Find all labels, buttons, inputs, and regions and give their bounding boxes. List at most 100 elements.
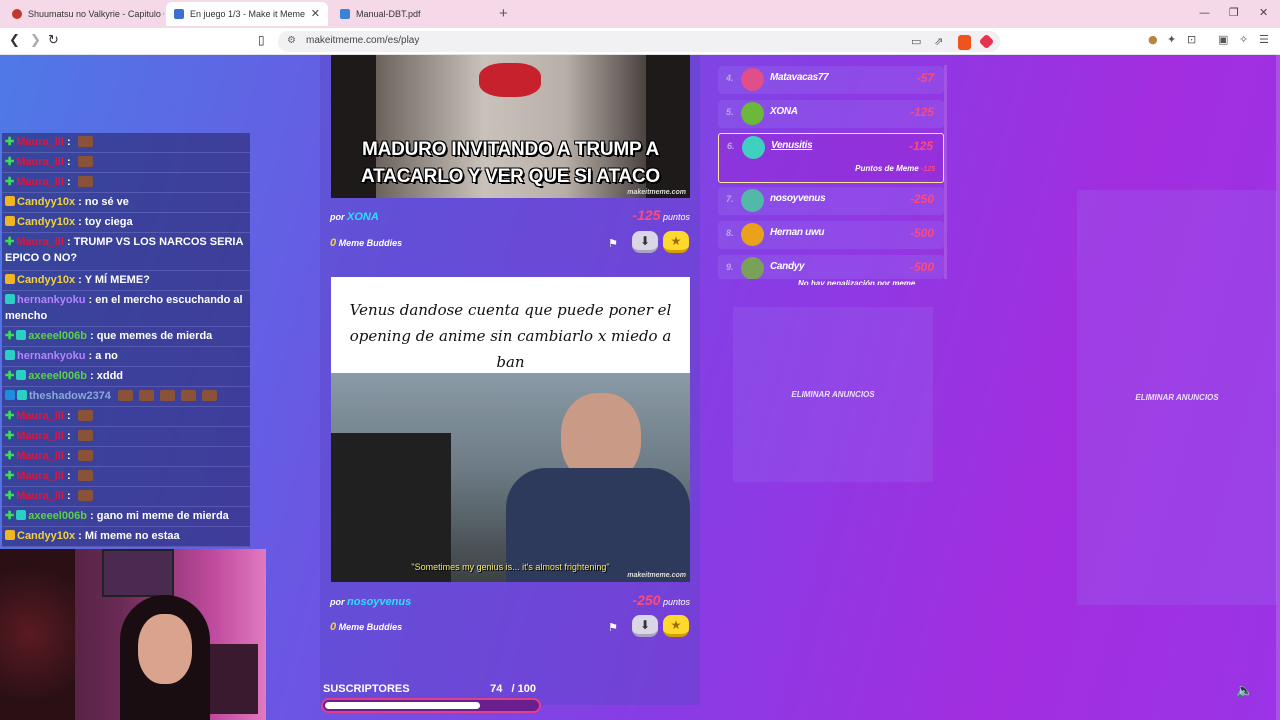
url-text: makeitmeme.com/es/play bbox=[306, 35, 420, 46]
chat-username[interactable]: Maura_lll bbox=[16, 490, 64, 502]
ranking-scrollbar[interactable] bbox=[944, 65, 947, 279]
chat-message-text: Y MÍ MEME? bbox=[84, 274, 150, 286]
remove-ads-link[interactable]: ELIMINAR ANUNCIOS bbox=[1135, 393, 1218, 402]
chat-message: ✚ Maura_lll : bbox=[2, 447, 250, 467]
author-name[interactable]: nosoyvenus bbox=[347, 596, 411, 608]
emote-icon bbox=[77, 410, 93, 421]
chat-username[interactable]: Candyy10x bbox=[17, 216, 75, 228]
chat-message: ✚ Maura_lll : bbox=[2, 133, 250, 153]
reload-icon[interactable]: ↻ bbox=[48, 33, 59, 48]
emote-icon bbox=[201, 390, 217, 401]
ranking-row[interactable]: 4. Matavacas77 -57 bbox=[718, 66, 944, 94]
meme-image-2[interactable]: Venus dandose cuenta que puede poner el … bbox=[331, 277, 690, 582]
chat-username[interactable]: theshadow2374 bbox=[29, 390, 111, 402]
tab-label: Manual-DBT.pdf bbox=[356, 9, 421, 19]
back-icon[interactable]: ❮ bbox=[9, 33, 20, 48]
chat-username[interactable]: Candyy10x bbox=[17, 274, 75, 286]
close-tab-icon[interactable]: ✕ bbox=[311, 7, 320, 20]
chat-username[interactable]: hernankyoku bbox=[17, 350, 85, 362]
crown-badge-icon bbox=[5, 216, 15, 226]
site-info-icon[interactable]: ⚙ bbox=[287, 35, 296, 46]
chat-username[interactable]: Maura_lll bbox=[16, 136, 64, 148]
save-meme-button[interactable]: ⬇ bbox=[632, 231, 658, 253]
plus-badge-icon: ✚ bbox=[5, 176, 15, 188]
plus-badge-icon: ✚ bbox=[5, 410, 15, 422]
meme-watermark: makeitmeme.com bbox=[627, 572, 686, 579]
rank-position: 8. bbox=[726, 228, 734, 238]
stream-chat-overlay: ✚ Maura_lll : ✚ Maura_lll : ✚ Maura_lll : C… bbox=[2, 133, 250, 549]
mute-sound-icon[interactable]: 🔈 bbox=[1236, 683, 1253, 699]
points-label: puntos bbox=[662, 597, 690, 607]
crown-badge-icon bbox=[5, 196, 15, 206]
plus-badge-icon: ✚ bbox=[5, 450, 15, 462]
restore-icon[interactable]: ❐ bbox=[1229, 6, 1239, 19]
ranking-row[interactable]: 7. nosoyvenus -250 bbox=[718, 187, 944, 215]
chat-username[interactable]: axeeel006b bbox=[28, 330, 87, 342]
forward-icon[interactable]: ❯ bbox=[30, 33, 41, 48]
chat-message-text: gano mi meme de mierda bbox=[96, 510, 229, 522]
points-value: -250 bbox=[632, 592, 661, 608]
emote-icon bbox=[77, 430, 93, 441]
star-icon: ★ bbox=[670, 233, 682, 248]
player-avatar bbox=[741, 102, 764, 125]
report-flag-icon[interactable]: ⚑ bbox=[608, 237, 618, 250]
share-icon[interactable]: ⇗ bbox=[934, 35, 943, 48]
chat-username[interactable]: hernankyoku bbox=[17, 294, 85, 306]
chat-separator: : bbox=[63, 450, 71, 462]
new-tab-button[interactable]: + bbox=[499, 5, 508, 22]
address-bar[interactable]: ⚙ makeitmeme.com/es/play ▭ ⇗ bbox=[278, 31, 1000, 52]
ranking-row[interactable]: 5. XONA -125 bbox=[718, 100, 944, 128]
tab-shuumatsu[interactable]: Shuumatsu no Valkyrie - Capitulo 06 bbox=[4, 2, 164, 26]
by-prefix: por bbox=[330, 212, 345, 222]
chat-message: ✚ Maura_lll : TRUMP VS LOS NARCOS SERIA E… bbox=[2, 233, 250, 271]
chat-username[interactable]: Maura_lll bbox=[16, 450, 64, 462]
chat-username[interactable]: Maura_lll bbox=[16, 156, 64, 168]
bookmark-icon[interactable]: ▯ bbox=[258, 33, 265, 47]
buddies-count: 0 bbox=[330, 621, 337, 633]
author-name[interactable]: XONA bbox=[347, 211, 379, 223]
buddies-label: Meme Buddies bbox=[338, 238, 403, 248]
minimize-icon[interactable]: — bbox=[1199, 6, 1210, 19]
cast-icon[interactable]: ▭ bbox=[911, 35, 921, 48]
menu-icon[interactable]: ☰ bbox=[1259, 33, 1269, 46]
extensions-icon[interactable]: ✦ bbox=[1167, 33, 1176, 46]
ranking-row[interactable]: 8. Hernan uwu -500 bbox=[718, 221, 944, 249]
chat-username[interactable]: Candyy10x bbox=[17, 530, 75, 542]
rank-position: 4. bbox=[726, 73, 734, 83]
report-flag-icon[interactable]: ⚑ bbox=[608, 621, 618, 634]
buddy-star-button[interactable]: ★ bbox=[663, 615, 689, 637]
emote-icon bbox=[77, 136, 93, 147]
chat-username[interactable]: Maura_lll bbox=[16, 410, 64, 422]
save-meme-button[interactable]: ⬇ bbox=[632, 615, 658, 637]
brave-shields-icon[interactable] bbox=[958, 35, 971, 50]
chat-username[interactable]: axeeel006b bbox=[28, 370, 87, 382]
chat-username[interactable]: Maura_lll bbox=[16, 430, 64, 442]
brave-rewards-icon[interactable] bbox=[978, 33, 995, 50]
profile-extension-icon[interactable]: ● bbox=[1148, 33, 1158, 46]
ranking-row-current-player[interactable]: 6. Venusitis -125 Puntos de Meme -125 bbox=[718, 133, 944, 183]
emote-icon bbox=[77, 156, 93, 167]
chat-username[interactable]: Maura_lll bbox=[16, 470, 64, 482]
chat-username[interactable]: Candyy10x bbox=[17, 196, 75, 208]
browser-tab-bar: Shuumatsu no Valkyrie - Capitulo 06 En j… bbox=[0, 0, 1280, 28]
chat-username[interactable]: axeeel006b bbox=[28, 510, 87, 522]
buddy-star-button[interactable]: ★ bbox=[663, 231, 689, 253]
player-avatar bbox=[742, 136, 765, 159]
downloads-icon[interactable]: ⊡ bbox=[1187, 33, 1196, 46]
tab-make-it-meme[interactable]: En juego 1/3 - Make it Meme ✕ bbox=[166, 2, 328, 26]
subscriber-badge-icon bbox=[17, 390, 27, 400]
wallet-icon[interactable]: ▣ bbox=[1218, 33, 1228, 46]
tab-manual-pdf[interactable]: Manual-DBT.pdf bbox=[332, 2, 492, 26]
rank-position: 7. bbox=[726, 194, 734, 204]
chat-username[interactable]: Maura_lll bbox=[16, 176, 64, 188]
leo-ai-icon[interactable]: ✧ bbox=[1239, 33, 1248, 46]
page-scrollbar[interactable] bbox=[1276, 55, 1280, 720]
meme-image-1[interactable]: MADURO INVITANDO A TRUMP A ATACARLO Y VE… bbox=[331, 55, 690, 198]
plus-badge-icon: ✚ bbox=[5, 236, 15, 248]
chat-username[interactable]: Maura_lll bbox=[16, 236, 64, 248]
close-window-icon[interactable]: ✕ bbox=[1259, 6, 1268, 19]
tab-label: En juego 1/3 - Make it Meme bbox=[190, 9, 306, 19]
chat-message: Candyy10x : toy ciega bbox=[2, 213, 250, 233]
remove-ads-link[interactable]: ELIMINAR ANUNCIOS bbox=[791, 390, 874, 399]
ranking-row[interactable]: 9. Candyy -500 bbox=[718, 255, 944, 279]
